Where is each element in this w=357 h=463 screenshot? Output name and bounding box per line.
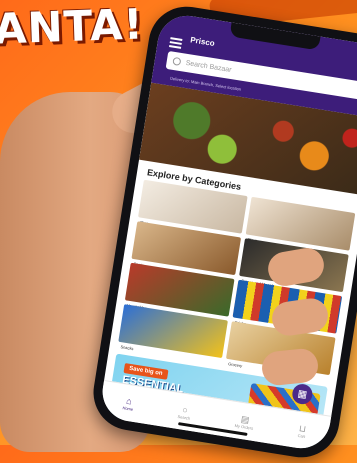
search-icon — [172, 56, 182, 66]
nav-search[interactable]: ○ Search — [177, 404, 192, 420]
search-placeholder: Search Bazaar — [185, 59, 233, 74]
hamburger-menu-icon[interactable] — [169, 35, 183, 51]
nav-home[interactable]: ⌂ Home — [122, 395, 135, 411]
headline-text: ANTA! — [0, 0, 145, 54]
app-title: Prisco — [189, 35, 216, 49]
smartphone: Prisco Search Bazaar Delivery to: Main B… — [88, 1, 357, 463]
phone-screen: Prisco Search Bazaar Delivery to: Main B… — [98, 11, 357, 453]
category-grid: Rice Flour Pasta Spices and Masala Veget… — [110, 178, 357, 376]
nav-orders[interactable]: ▤ My Orders — [234, 413, 255, 430]
nav-cart[interactable]: ⊔ Cart — [297, 423, 307, 439]
